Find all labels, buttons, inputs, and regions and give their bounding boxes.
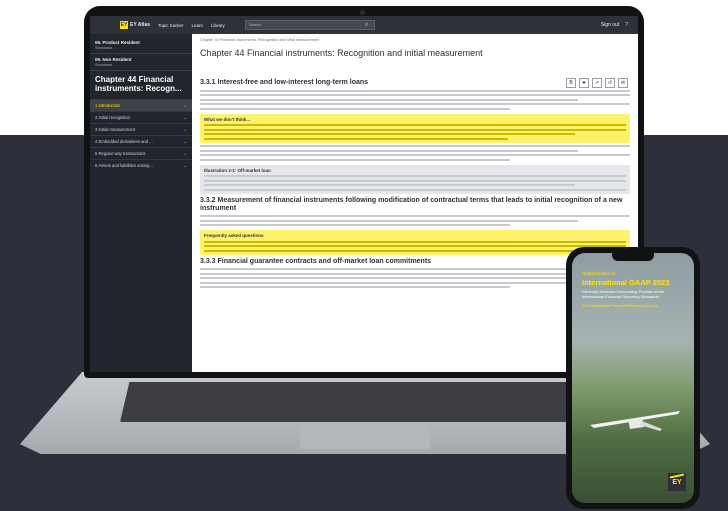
ey-logo-icon: EY: [120, 21, 128, 29]
brand-label: EY Atlas: [130, 22, 151, 28]
sidebar-item[interactable]: 6 Assets and liabilities arising ... ⌄: [90, 159, 192, 171]
nav-topic-tracker[interactable]: Topic tracker: [158, 23, 184, 28]
sidebar-item-label: 4 Embedded derivatives and ...: [95, 139, 153, 144]
text-line: [200, 219, 579, 222]
text-line: [204, 249, 576, 252]
text-line: [204, 133, 576, 135]
chevron-down-icon: ⌄: [182, 150, 187, 157]
text-line: [204, 240, 626, 243]
text-line: [200, 154, 630, 156]
app-top-bar: EY EY Atlas Topic tracker Learn Library …: [90, 16, 638, 34]
text-line: [204, 179, 626, 182]
text-line: [200, 277, 579, 279]
text-line: [204, 137, 508, 140]
sidebar-block-sub: Standards ...: [95, 46, 117, 50]
chevron-down-icon: ⌄: [182, 126, 187, 133]
ey-logo-icon: EY: [668, 473, 686, 491]
text-line: [204, 188, 626, 191]
text-line: [200, 98, 579, 101]
help-icon[interactable]: ?: [625, 22, 628, 28]
sidebar-item[interactable]: 1 Introduction ⌄: [90, 99, 192, 111]
text-line: [200, 149, 579, 152]
camera-icon: [360, 10, 365, 15]
highlight-box: Frequently asked questions: [200, 230, 630, 255]
phone-screen: Global Edition of International GAAP 202…: [572, 253, 694, 503]
chevron-down-icon: ⌄: [182, 114, 187, 121]
page-title: Chapter 44 Financial instruments: Recogn…: [200, 48, 483, 58]
text-line: [200, 94, 630, 96]
phone-book-subtitle: Generally Accepted Accounting Practice u…: [582, 289, 665, 299]
laptop-trackpad: [300, 425, 430, 449]
phone-book-title: International GAAP 2023: [582, 278, 670, 287]
sidebar-chapter-title: Chapter 44 Financial instruments: Recogn…: [95, 75, 182, 93]
text-line: [200, 89, 630, 92]
text-line: [200, 103, 630, 105]
search-input[interactable]: Search: [244, 20, 375, 30]
text-line: [204, 184, 576, 186]
sign-out-link[interactable]: Sign out: [601, 22, 619, 28]
sidebar-item-label: 1 Introduction: [95, 103, 121, 108]
app-top-bar-right: Sign out ?: [601, 22, 628, 28]
sidebar-item[interactable]: 3 Initial measurement ⌄: [90, 123, 192, 135]
illustration-label: Illustration 3-1: Off-market loan: [204, 167, 271, 173]
section-heading: 3.3.2 Measurement of financial instrumen…: [200, 196, 623, 212]
highlight-label: Frequently asked questions: [204, 233, 264, 238]
phone-book-note: EY International Financial Reporting Gro…: [582, 303, 659, 308]
chevron-down-icon: ⌄: [182, 102, 187, 109]
nav-library[interactable]: Library: [211, 23, 225, 28]
sidebar-item[interactable]: 5 Regular way transactions ⌄: [90, 147, 192, 159]
laptop-lid: EY EY Atlas Topic tracker Learn Library …: [84, 6, 644, 378]
phone: Global Edition of International GAAP 202…: [566, 247, 700, 509]
breadcrumb[interactable]: Chapter 44 Financial instruments: Recogn…: [200, 38, 630, 42]
text-line: [200, 158, 510, 161]
sidebar-item[interactable]: 4 Embedded derivatives and ... ⌄: [90, 135, 192, 147]
sidebar-item-label: 6 Assets and liabilities arising ...: [95, 163, 155, 168]
sidebar-item-label: 5 Regular way transactions: [95, 151, 146, 156]
bookmark-icon[interactable]: B: [566, 78, 576, 88]
share-icon[interactable]: ↗: [592, 78, 602, 88]
sidebar-item[interactable]: 2 Initial recognition ⌄: [90, 111, 192, 123]
chevron-down-icon: ⌄: [182, 138, 187, 145]
text-line: [204, 128, 626, 131]
content-tools: B ★ ↗ ↺ ✉: [566, 78, 628, 88]
illustration-box: Illustration 3-1: Off-market loan: [200, 164, 630, 194]
sidebar-item-label: 2 Initial recognition: [95, 115, 130, 120]
sidebar: 06. Product Resident Standards ... 09. N…: [90, 34, 192, 372]
laptop-screen: EY EY Atlas Topic tracker Learn Library …: [90, 16, 638, 372]
glider-image: [590, 411, 680, 431]
phone-notch: [612, 253, 654, 261]
sidebar-block-sub: Standards ...: [95, 63, 117, 67]
brand[interactable]: EY EY Atlas: [120, 21, 150, 29]
text-line: [200, 107, 510, 110]
star-icon[interactable]: ★: [579, 78, 589, 88]
phone-kicker: Global Edition of: [582, 271, 616, 276]
text-line: [200, 145, 630, 147]
mail-icon[interactable]: ✉: [618, 78, 628, 88]
text-line: [200, 224, 510, 226]
sidebar-block-head: 06. Product Resident: [95, 40, 140, 45]
text-line: [200, 286, 510, 288]
text-line: [204, 175, 626, 177]
text-line: [204, 245, 626, 247]
laptop-keyboard: [120, 382, 590, 422]
history-icon[interactable]: ↺: [605, 78, 615, 88]
sidebar-items: 1 Introduction ⌄ 2 Initial recognition ⌄ 3…: [90, 99, 192, 171]
chevron-down-icon: ⌄: [182, 162, 187, 169]
text-line: [204, 124, 626, 126]
sidebar-item-label: 3 Initial measurement: [95, 127, 136, 132]
sidebar-block-head: 09. Non Resident: [95, 57, 132, 62]
search-icon[interactable]: ⌕: [365, 22, 368, 29]
nav-learn[interactable]: Learn: [192, 23, 204, 28]
highlight-box: What we don't think...: [200, 113, 630, 143]
highlight-label: What we don't think...: [204, 116, 251, 122]
sidebar-block[interactable]: 06. Product Resident Standards ...: [90, 37, 192, 54]
sidebar-block[interactable]: 09. Non Resident Standards ...: [90, 54, 192, 71]
text-line: [200, 215, 630, 217]
